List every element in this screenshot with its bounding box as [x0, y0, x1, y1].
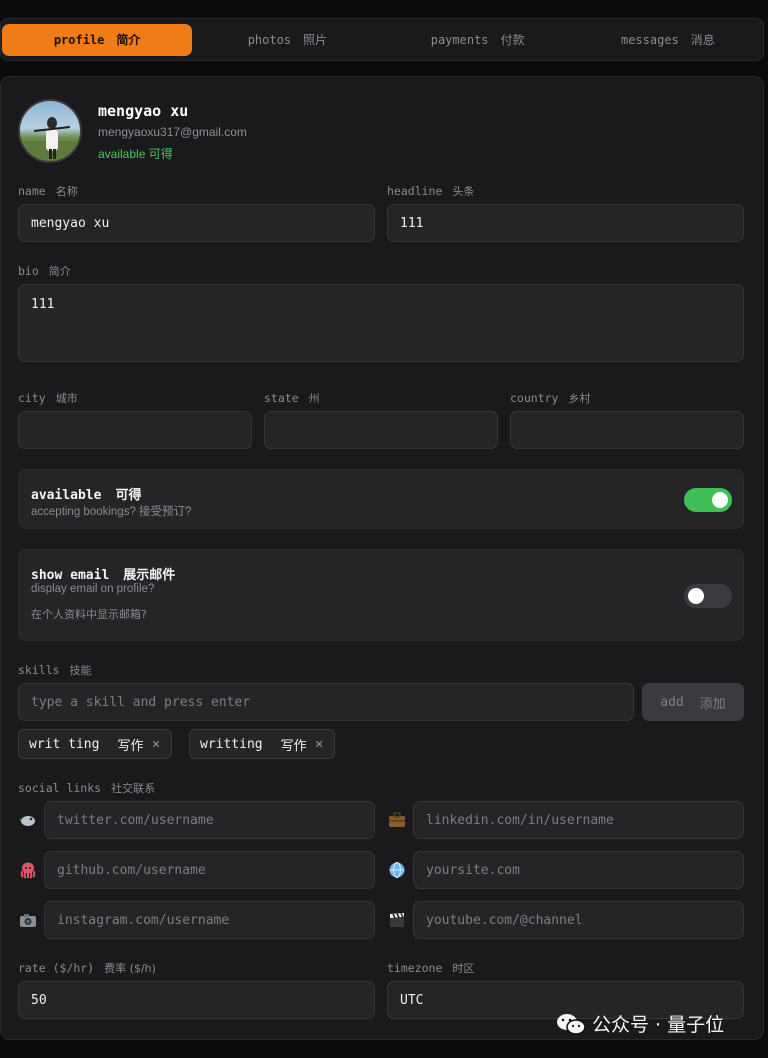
label-text: name	[18, 184, 46, 198]
label-text: rate ($/hr)	[18, 961, 95, 975]
label-text: bio	[18, 264, 39, 278]
tab-label: photos	[247, 32, 292, 47]
watermark: 公众号 · 量子位	[556, 1010, 724, 1037]
button-label: add	[660, 694, 684, 710]
label-text-zh: 州	[308, 392, 320, 405]
country-input[interactable]	[510, 411, 744, 449]
headline-label: headline 头条	[387, 183, 474, 199]
button-label-zh: 添加	[699, 696, 726, 712]
avatar-photo	[20, 117, 80, 161]
label-text-zh: 头条	[452, 185, 475, 198]
tab-bar: profile 简介 photos 照片 payments 付款 message…	[0, 18, 764, 61]
toggle-knob	[712, 492, 728, 508]
wechat-icon	[556, 1013, 586, 1035]
social-links-label: social links 社交联系	[18, 780, 155, 796]
chip-text: writting	[200, 736, 263, 752]
label-text: state	[264, 391, 299, 405]
available-setting: available 可得 accepting bookings? 接受预订?	[18, 469, 744, 529]
tab-label-zh: 照片	[303, 33, 328, 47]
skill-chip: writting 写作 ✕	[189, 729, 335, 759]
chip-text: writ ting	[29, 736, 100, 752]
state-label: state 州	[264, 390, 320, 406]
label-text-zh: 费率 ($/h)	[104, 962, 156, 975]
city-input[interactable]	[18, 411, 252, 449]
rate-label: rate ($/hr) 费率 ($/h)	[18, 960, 156, 976]
toggle-title-zh: 展示邮件	[123, 568, 176, 583]
label-text-zh: 乡村	[568, 392, 591, 405]
skill-chip: writ ting 写作 ✕	[18, 729, 172, 759]
label-text-zh: 时区	[452, 962, 475, 975]
tab-label-zh: 付款	[500, 33, 525, 47]
label-text: country	[510, 391, 559, 405]
user-email: mengyaoxu317@gmail.com	[98, 125, 247, 139]
tab-label: messages	[620, 32, 679, 47]
instagram-input[interactable]: instagram.com/username	[44, 901, 375, 939]
chip-text-zh: 写作	[280, 738, 307, 754]
camera-icon	[18, 910, 38, 930]
clapper-icon	[387, 910, 407, 930]
bio-textarea[interactable]: 111	[18, 284, 744, 362]
rate-input[interactable]: 50	[18, 981, 375, 1019]
label-text: skills	[18, 663, 60, 677]
tab-photos[interactable]: photos 照片	[192, 24, 382, 56]
label-text-zh: 技能	[69, 664, 92, 677]
user-summary: mengyao xu mengyaoxu317@gmail.com availa…	[98, 102, 247, 162]
bio-label: bio 简介	[18, 263, 71, 279]
remove-icon[interactable]: ✕	[151, 738, 160, 751]
label-text-zh: 名称	[55, 185, 78, 198]
briefcase-icon	[387, 810, 407, 830]
label-text-zh: 社交联系	[111, 782, 156, 795]
linkedin-input[interactable]: linkedin.com/in/username	[413, 801, 744, 839]
bird-icon	[18, 810, 38, 830]
country-label: country 乡村	[510, 390, 590, 406]
tab-profile[interactable]: profile 简介	[2, 23, 193, 56]
label-text: headline	[387, 184, 443, 198]
show-email-subtitle-zh: 在个人资料中显示邮箱?	[31, 608, 147, 621]
timezone-label: timezone 时区	[387, 960, 474, 976]
github-input[interactable]: github.com/username	[44, 851, 375, 889]
skill-input[interactable]: type a skill and press enter	[18, 683, 634, 721]
label-text: city	[18, 391, 46, 405]
tab-label-zh: 简介	[116, 33, 141, 47]
show-email-setting: show email 展示邮件 display email on profile?…	[18, 549, 744, 641]
available-subtitle: accepting bookings? 接受预订?	[31, 506, 192, 518]
twitter-input[interactable]: twitter.com/username	[44, 801, 375, 839]
label-text: social links	[18, 781, 102, 795]
available-toggle[interactable]	[684, 488, 732, 512]
name-input[interactable]: mengyao xu	[18, 204, 375, 242]
tab-label: profile	[53, 32, 105, 47]
show-email-subtitle: display email on profile?	[31, 583, 155, 595]
chip-text-zh: 写作	[117, 738, 144, 754]
youtube-input[interactable]: youtube.com/@channel	[413, 901, 744, 939]
label-text-zh: 城市	[55, 392, 78, 405]
tab-messages[interactable]: messages 消息	[573, 24, 763, 56]
globe-icon	[387, 860, 407, 880]
toggle-knob	[688, 588, 704, 604]
profile-card: mengyao xu mengyaoxu317@gmail.com availa…	[0, 76, 764, 1040]
available-title: available 可得	[31, 484, 141, 503]
show-email-toggle[interactable]	[684, 584, 732, 608]
tab-label: payments	[430, 32, 489, 47]
user-name: mengyao xu	[98, 102, 189, 120]
avatar[interactable]	[18, 99, 82, 163]
name-label: name 名称	[18, 183, 78, 199]
website-input[interactable]: yoursite.com	[413, 851, 744, 889]
watermark-text: 公众号 · 量子位	[592, 1014, 725, 1036]
status-text: available 可得	[98, 147, 173, 161]
add-skill-button[interactable]: add 添加	[642, 683, 744, 721]
skills-label: skills 技能	[18, 662, 92, 678]
tab-label-zh: 消息	[690, 33, 715, 47]
tab-payments[interactable]: payments 付款	[383, 24, 573, 56]
toggle-title-text: show email	[31, 568, 110, 583]
octopus-icon	[18, 860, 38, 880]
remove-icon[interactable]: ✕	[315, 738, 324, 751]
toggle-title-zh: 可得	[115, 488, 142, 503]
show-email-title: show email 展示邮件	[31, 564, 175, 583]
city-label: city 城市	[18, 390, 78, 406]
label-text: timezone	[387, 961, 443, 975]
toggle-title-text: available	[31, 488, 102, 503]
headline-input[interactable]: 111	[387, 204, 744, 242]
state-input[interactable]	[264, 411, 498, 449]
label-text-zh: 简介	[48, 265, 71, 278]
